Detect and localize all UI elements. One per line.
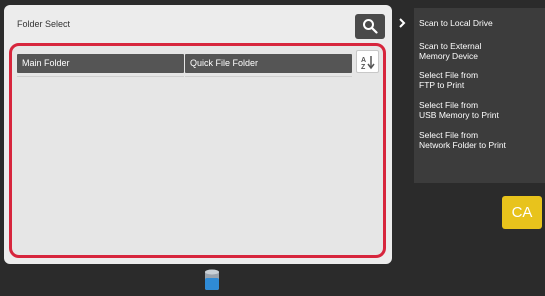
search-button[interactable] xyxy=(355,14,385,39)
column-divider-main xyxy=(17,76,184,77)
column-divider-quick xyxy=(185,76,352,77)
storage-button[interactable] xyxy=(204,269,220,296)
search-icon xyxy=(363,19,378,34)
panel-title: Folder Select xyxy=(17,19,71,29)
menu-item-scan-external-memory[interactable]: Scan to External Memory Device xyxy=(419,41,543,61)
folder-list-area: Main Folder Quick File Folder A Z xyxy=(9,43,386,258)
collapse-menu-button[interactable] xyxy=(397,12,408,34)
menu-item-print-from-network[interactable]: Select File from Network Folder to Print xyxy=(419,130,543,150)
side-menu: Scan to Local Drive Scan to External Mem… xyxy=(414,8,545,183)
svg-text:Z: Z xyxy=(361,64,366,70)
ca-button[interactable]: CA xyxy=(502,196,542,229)
menu-item-print-from-ftp[interactable]: Select File from FTP to Print xyxy=(419,70,543,90)
svg-text:A: A xyxy=(361,57,366,64)
main-folder-button[interactable]: Main Folder xyxy=(17,54,184,73)
sort-button[interactable]: A Z xyxy=(356,50,379,73)
menu-item-scan-local-drive[interactable]: Scan to Local Drive xyxy=(419,18,543,28)
menu-item-print-from-usb[interactable]: Select File from USB Memory to Print xyxy=(419,100,543,120)
chevron-right-icon xyxy=(399,18,406,28)
sort-az-icon: A Z xyxy=(361,56,375,70)
folder-select-panel: Folder Select Main Folder Quick File Fol… xyxy=(4,5,392,264)
quick-file-folder-button[interactable]: Quick File Folder xyxy=(185,54,352,73)
storage-icon xyxy=(205,269,219,290)
